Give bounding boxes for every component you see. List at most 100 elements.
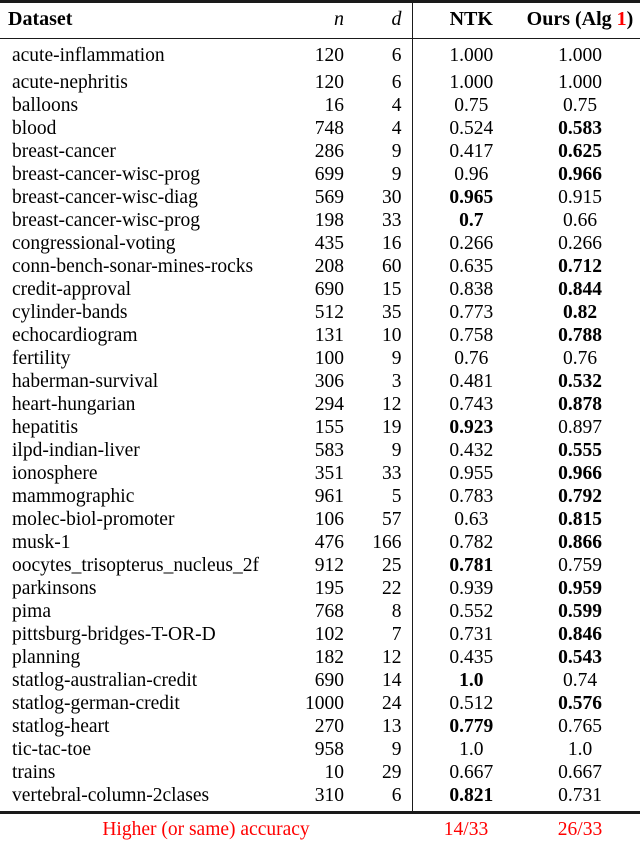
cell-ntk: 1.000 bbox=[412, 71, 520, 94]
cell-dataset: conn-bench-sonar-mines-rocks bbox=[0, 255, 292, 278]
cell-n: 208 bbox=[292, 255, 354, 278]
cell-d: 35 bbox=[354, 301, 412, 324]
cell-dataset: oocytes_trisopterus_nucleus_2f bbox=[0, 554, 292, 577]
cell-ours: 0.576 bbox=[520, 692, 640, 715]
cell-dataset: trains bbox=[0, 761, 292, 784]
cell-ntk: 0.76 bbox=[412, 347, 520, 370]
cell-ntk: 0.965 bbox=[412, 186, 520, 209]
table-row: heart-hungarian294120.7430.878 bbox=[0, 393, 640, 416]
cell-ours: 0.844 bbox=[520, 278, 640, 301]
cell-d: 9 bbox=[354, 347, 412, 370]
cell-dataset: acute-nephritis bbox=[0, 71, 292, 94]
cell-ntk: 0.955 bbox=[412, 462, 520, 485]
cell-ours: 0.731 bbox=[520, 784, 640, 813]
table-row: planning182120.4350.543 bbox=[0, 646, 640, 669]
table-row: acute-nephritis12061.0001.000 bbox=[0, 71, 640, 94]
table-row: blood74840.5240.583 bbox=[0, 117, 640, 140]
cell-ntk: 0.75 bbox=[412, 94, 520, 117]
table-row: hepatitis155190.9230.897 bbox=[0, 416, 640, 439]
cell-d: 12 bbox=[354, 393, 412, 416]
cell-d: 8 bbox=[354, 600, 412, 623]
cell-d: 4 bbox=[354, 94, 412, 117]
cell-d: 16 bbox=[354, 232, 412, 255]
table-row: conn-bench-sonar-mines-rocks208600.6350.… bbox=[0, 255, 640, 278]
cell-d: 3 bbox=[354, 370, 412, 393]
cell-dataset: blood bbox=[0, 117, 292, 140]
cell-n: 120 bbox=[292, 71, 354, 94]
cell-ours: 1.000 bbox=[520, 39, 640, 72]
cell-d: 6 bbox=[354, 71, 412, 94]
cell-dataset: credit-approval bbox=[0, 278, 292, 301]
table-row: breast-cancer-wisc-diag569300.9650.915 bbox=[0, 186, 640, 209]
cell-dataset: fertility bbox=[0, 347, 292, 370]
cell-n: 270 bbox=[292, 715, 354, 738]
table-row: parkinsons195220.9390.959 bbox=[0, 577, 640, 600]
table-row: pima76880.5520.599 bbox=[0, 600, 640, 623]
cell-ours: 0.788 bbox=[520, 324, 640, 347]
cell-d: 9 bbox=[354, 140, 412, 163]
cell-dataset: pima bbox=[0, 600, 292, 623]
cell-n: 690 bbox=[292, 278, 354, 301]
cell-dataset: heart-hungarian bbox=[0, 393, 292, 416]
footer-summary-row: Higher (or same) accuracy 14/33 26/33 bbox=[0, 813, 640, 841]
cell-d: 6 bbox=[354, 39, 412, 72]
cell-ours: 0.266 bbox=[520, 232, 640, 255]
cell-d: 13 bbox=[354, 715, 412, 738]
cell-dataset: statlog-german-credit bbox=[0, 692, 292, 715]
cell-ntk: 0.635 bbox=[412, 255, 520, 278]
table-row: credit-approval690150.8380.844 bbox=[0, 278, 640, 301]
table-row: balloons1640.750.75 bbox=[0, 94, 640, 117]
cell-ours: 0.712 bbox=[520, 255, 640, 278]
cell-ntk: 0.481 bbox=[412, 370, 520, 393]
cell-ntk: 0.266 bbox=[412, 232, 520, 255]
cell-d: 24 bbox=[354, 692, 412, 715]
cell-d: 60 bbox=[354, 255, 412, 278]
cell-n: 690 bbox=[292, 669, 354, 692]
cell-dataset: breast-cancer-wisc-diag bbox=[0, 186, 292, 209]
cell-n: 961 bbox=[292, 485, 354, 508]
cell-d: 7 bbox=[354, 623, 412, 646]
cell-dataset: statlog-australian-credit bbox=[0, 669, 292, 692]
column-header-d: d bbox=[354, 2, 412, 39]
footer-ntk-count: 14/33 bbox=[412, 813, 520, 841]
cell-ntk: 0.782 bbox=[412, 531, 520, 554]
cell-n: 476 bbox=[292, 531, 354, 554]
cell-ntk: 0.432 bbox=[412, 439, 520, 462]
cell-ours: 1.0 bbox=[520, 738, 640, 761]
results-table-container: Dataset n d NTK Ours (Alg 1) acute-infla… bbox=[0, 0, 640, 836]
cell-n: 16 bbox=[292, 94, 354, 117]
cell-dataset: breast-cancer-wisc-prog bbox=[0, 163, 292, 186]
table-row: pittsburg-bridges-T-OR-D10270.7310.846 bbox=[0, 623, 640, 646]
table-row: ionosphere351330.9550.966 bbox=[0, 462, 640, 485]
cell-ours: 0.966 bbox=[520, 163, 640, 186]
cell-ours: 0.599 bbox=[520, 600, 640, 623]
cell-d: 9 bbox=[354, 163, 412, 186]
table-row: echocardiogram131100.7580.788 bbox=[0, 324, 640, 347]
ours-label-suffix: ) bbox=[627, 8, 634, 30]
cell-dataset: balloons bbox=[0, 94, 292, 117]
cell-ours: 0.897 bbox=[520, 416, 640, 439]
cell-d: 57 bbox=[354, 508, 412, 531]
table-row: congressional-voting435160.2660.266 bbox=[0, 232, 640, 255]
cell-d: 5 bbox=[354, 485, 412, 508]
cell-ntk: 0.731 bbox=[412, 623, 520, 646]
cell-d: 33 bbox=[354, 462, 412, 485]
cell-d: 22 bbox=[354, 577, 412, 600]
cell-dataset: echocardiogram bbox=[0, 324, 292, 347]
cell-n: 120 bbox=[292, 39, 354, 72]
cell-d: 166 bbox=[354, 531, 412, 554]
cell-ours: 0.792 bbox=[520, 485, 640, 508]
cell-n: 958 bbox=[292, 738, 354, 761]
table-body: acute-inflammation12061.0001.000acute-ne… bbox=[0, 39, 640, 813]
cell-ours: 0.74 bbox=[520, 669, 640, 692]
cell-dataset: pittsburg-bridges-T-OR-D bbox=[0, 623, 292, 646]
cell-ours: 0.846 bbox=[520, 623, 640, 646]
cell-n: 748 bbox=[292, 117, 354, 140]
cell-n: 182 bbox=[292, 646, 354, 669]
cell-n: 351 bbox=[292, 462, 354, 485]
cell-ours: 0.532 bbox=[520, 370, 640, 393]
cell-ours: 0.815 bbox=[520, 508, 640, 531]
cell-ntk: 0.96 bbox=[412, 163, 520, 186]
cell-ntk: 0.781 bbox=[412, 554, 520, 577]
cell-dataset: vertebral-column-2clases bbox=[0, 784, 292, 813]
